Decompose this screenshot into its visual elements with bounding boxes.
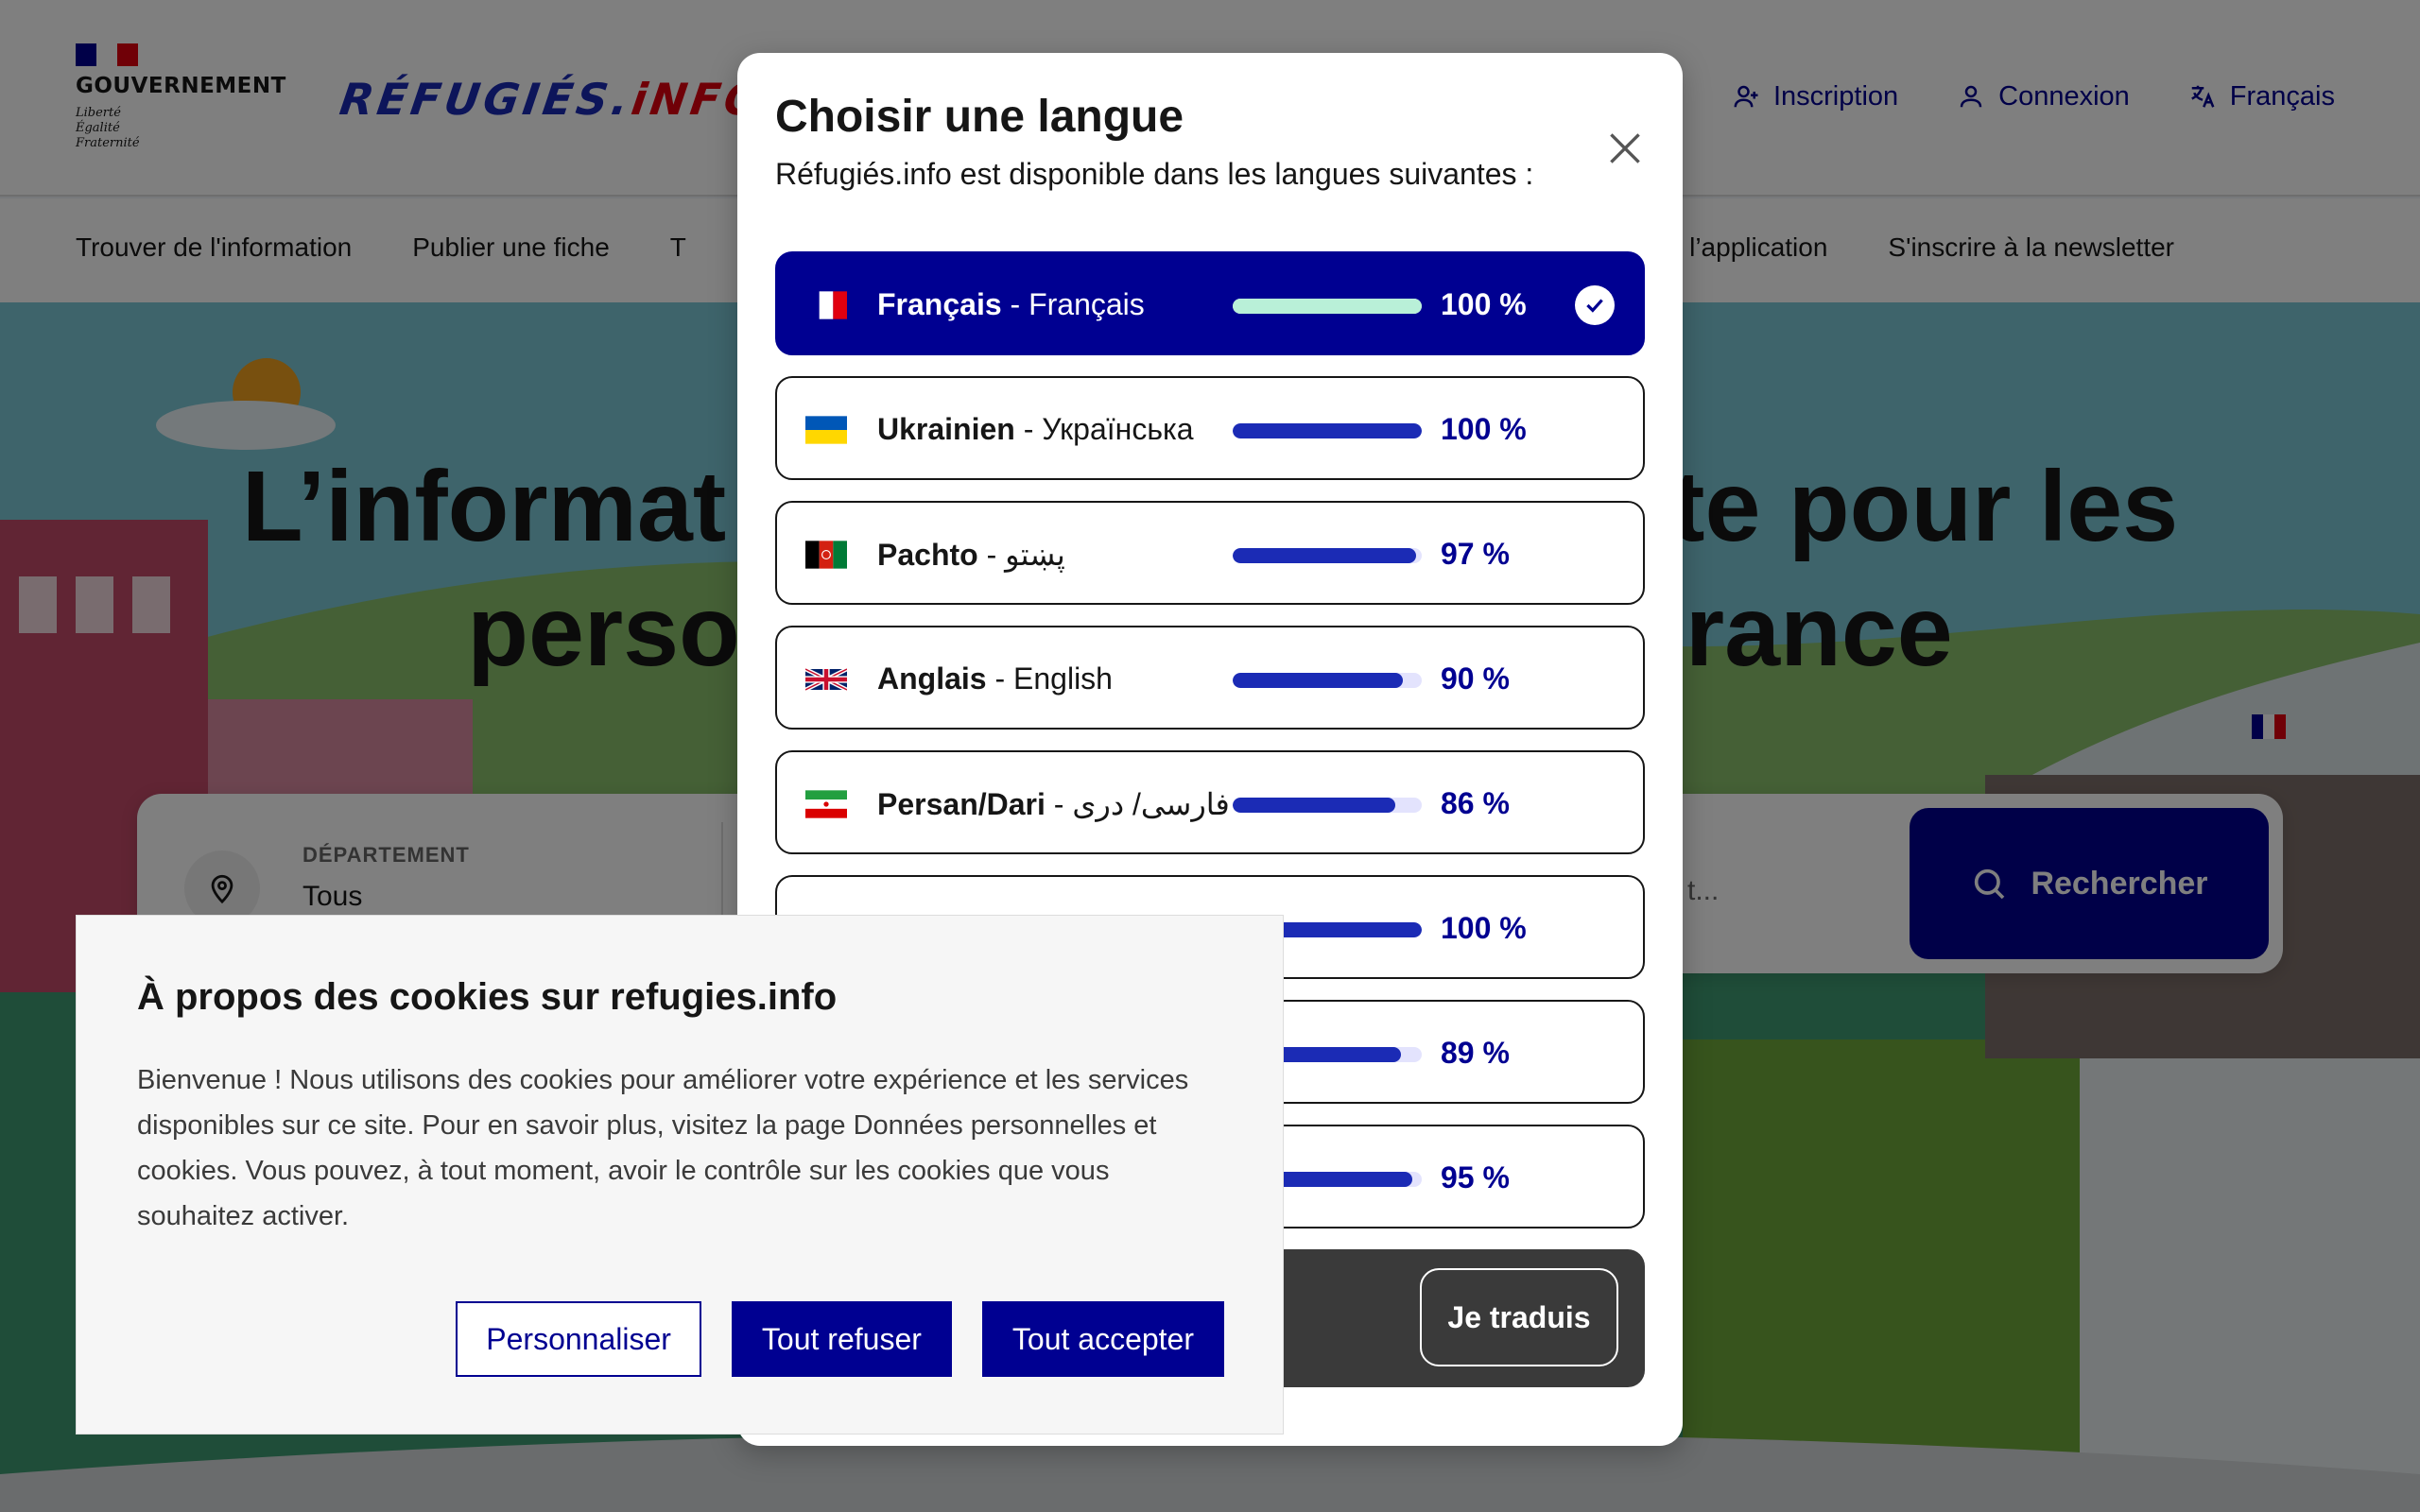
translation-progress-bar [1233,548,1422,563]
language-name: Anglais - English [877,662,1113,696]
language-name: Pachto - پښتو [877,538,1065,572]
language-name-ua: Ukrainien [877,412,1015,446]
language-name-ps: Pachto [877,538,978,572]
progress-fill [1233,423,1422,438]
customize-cookies-button[interactable]: Personnaliser [456,1301,701,1377]
progress-fill [1233,548,1416,563]
progress-fill [1233,798,1395,813]
translation-percent: 89 % [1441,1036,1510,1070]
cookie-banner: À propos des cookies sur refugies.info B… [76,915,1284,1435]
language-option-fr[interactable]: Français - Français 100 % [775,251,1645,355]
language-name-fr: Français [877,287,1002,321]
cookie-description: Bienvenue ! Nous utilisons des cookies p… [137,1065,1189,1231]
language-option-ps[interactable]: Pachto - پښتو 97 % [775,501,1645,605]
language-name: Ukrainien - Українська [877,412,1194,446]
translation-progress-bar [1233,299,1422,314]
translation-progress-bar [1233,673,1422,688]
cookie-actions: Personnaliser Tout refuser Tout accepter [456,1301,1224,1377]
ir-flag-icon [805,789,847,819]
translation-percent: 100 % [1441,412,1527,446]
modal-subtitle: Réfugiés.info est disponible dans les la… [775,157,1534,191]
cookie-title: À propos des cookies sur refugies.info [137,976,838,1018]
language-option-en[interactable]: Anglais - English 90 % [775,626,1645,730]
check-icon [1575,285,1615,325]
af-flag-icon [805,540,847,570]
translation-percent: 90 % [1441,662,1510,696]
translation-percent: 86 % [1441,786,1510,820]
translation-percent: 95 % [1441,1160,1510,1194]
gb-flag-icon [805,664,847,695]
accept-all-cookies-button[interactable]: Tout accepter [981,1301,1224,1377]
translation-progress-bar [1233,798,1422,813]
translation-percent: 100 % [1441,911,1527,945]
language-native: Українська [1042,412,1194,446]
language-name-fa: Persan/Dari [877,787,1046,821]
translation-progress-bar [1233,423,1422,438]
language-native: پښتو [1005,538,1065,572]
fr-flag-icon [805,290,847,320]
language-name-en: Anglais [877,662,987,696]
refuse-all-cookies-button[interactable]: Tout refuser [731,1301,952,1377]
language-native: Français [1028,287,1145,321]
translation-percent: 100 % [1441,287,1527,321]
language-option-ua[interactable]: Ukrainien - Українська 100 % [775,376,1645,480]
progress-fill [1233,673,1403,688]
modal-title: Choisir une langue [775,92,1184,142]
language-name: Persan/Dari - فارسی/ دری [877,787,1230,821]
ua-flag-icon [805,415,847,445]
close-icon[interactable] [1601,125,1649,172]
language-native: English [1013,662,1113,696]
language-native: فارسی/ دری [1072,787,1230,821]
language-option-fa[interactable]: Persan/Dari - فارسی/ دری 86 % [775,750,1645,854]
progress-fill [1233,299,1422,314]
translate-button[interactable]: Je traduis [1420,1268,1618,1366]
language-name: Français - Français [877,287,1145,321]
translation-percent: 97 % [1441,537,1510,571]
